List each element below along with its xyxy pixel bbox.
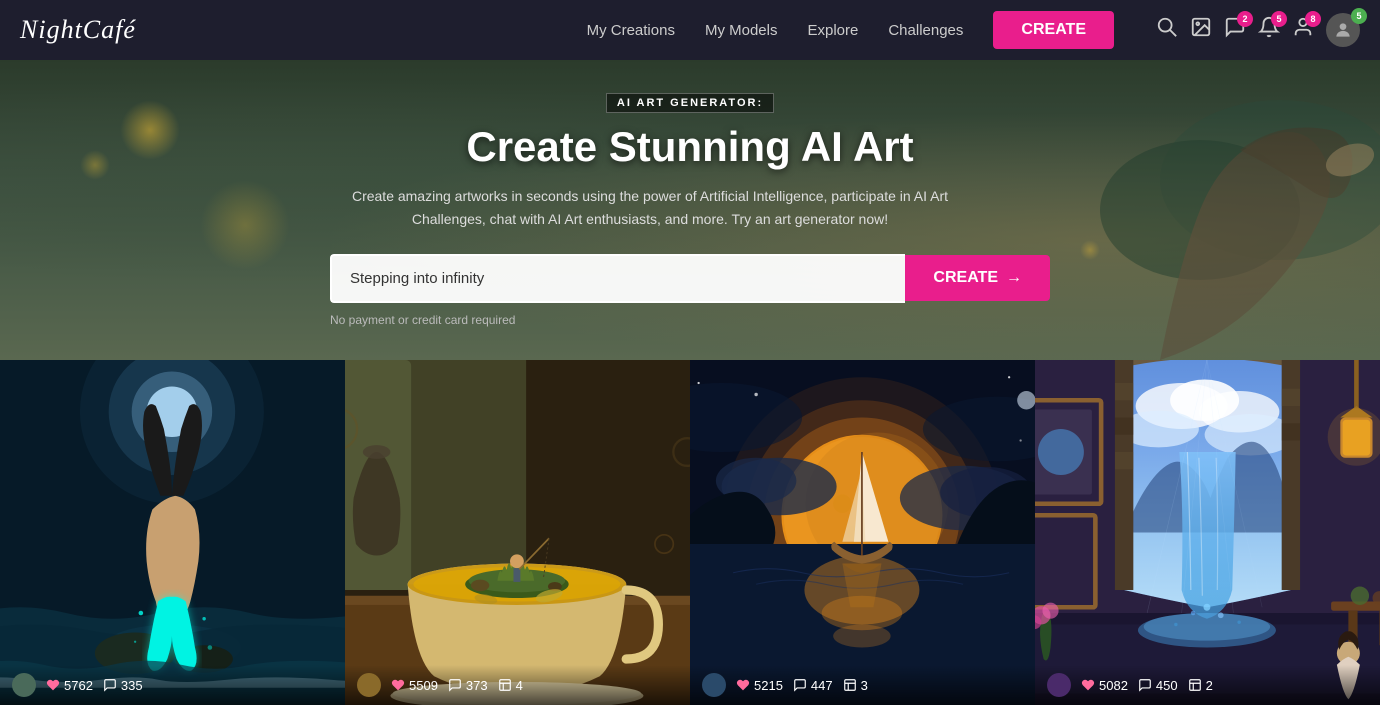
gallery-images-2: 4 bbox=[498, 678, 523, 693]
navbar-icons: 2 5 8 bbox=[1156, 13, 1360, 47]
nav-my-creations[interactable]: My Creations bbox=[587, 22, 675, 39]
gallery-avatar-2 bbox=[357, 673, 381, 697]
gallery-comments-1: 335 bbox=[103, 678, 143, 693]
hero-search-row: CREATE → bbox=[330, 254, 1050, 303]
user-avatar[interactable]: 5 bbox=[1326, 13, 1360, 47]
logo[interactable]: NightCafé bbox=[20, 15, 136, 45]
bokeh-1 bbox=[120, 100, 180, 160]
hero-title: Create Stunning AI Art bbox=[330, 123, 1050, 171]
hero-section: AI ART GENERATOR: Create Stunning AI Art… bbox=[0, 60, 1380, 360]
gallery-images-4: 2 bbox=[1188, 678, 1213, 693]
gallery-comments-3: 447 bbox=[793, 678, 833, 693]
gallery-art-1 bbox=[0, 360, 345, 705]
gallery-likes-2: 5509 bbox=[391, 678, 438, 693]
navbar-create-button[interactable]: CREATE bbox=[993, 11, 1114, 49]
gallery-art-4 bbox=[1035, 360, 1380, 705]
gallery-avatar-1 bbox=[12, 673, 36, 697]
navbar-links: My Creations My Models Explore Challenge… bbox=[587, 11, 1360, 49]
gallery-stats-4: 5082 450 2 bbox=[1035, 665, 1380, 705]
notification-bell-icon[interactable]: 5 bbox=[1258, 16, 1280, 44]
gallery-likes-4: 5082 bbox=[1081, 678, 1128, 693]
messages-icon[interactable]: 8 bbox=[1292, 16, 1314, 44]
avatar-badge: 5 bbox=[1351, 8, 1367, 24]
nav-explore[interactable]: Explore bbox=[807, 22, 858, 39]
nav-challenges[interactable]: Challenges bbox=[888, 22, 963, 39]
gallery-avatar-3 bbox=[702, 673, 726, 697]
bokeh-3 bbox=[200, 180, 290, 270]
gallery-images-3: 3 bbox=[843, 678, 868, 693]
hero-tag: AI ART GENERATOR: bbox=[606, 93, 774, 113]
gallery-likes-3: 5215 bbox=[736, 678, 783, 693]
hero-create-label: CREATE bbox=[933, 269, 998, 287]
navbar: NightCafé My Creations My Models Explore… bbox=[0, 0, 1380, 60]
gallery-item-2[interactable]: 5509 373 4 bbox=[345, 360, 690, 705]
hero-create-button[interactable]: CREATE → bbox=[905, 255, 1050, 301]
gallery-stats-3: 5215 447 3 bbox=[690, 665, 1035, 705]
hero-content: AI ART GENERATOR: Create Stunning AI Art… bbox=[310, 93, 1070, 327]
gallery-stats-1: 5762 335 bbox=[0, 665, 345, 705]
notification-badge: 5 bbox=[1271, 11, 1287, 27]
profile-badge: 8 bbox=[1305, 11, 1321, 27]
gallery: 5762 335 bbox=[0, 360, 1380, 705]
search-icon[interactable] bbox=[1156, 16, 1178, 44]
gallery-art-3 bbox=[690, 360, 1035, 705]
gallery-likes-1: 5762 bbox=[46, 678, 93, 693]
gallery-art-2 bbox=[345, 360, 690, 705]
gallery-stats-2: 5509 373 4 bbox=[345, 665, 690, 705]
nav-my-models[interactable]: My Models bbox=[705, 22, 778, 39]
chat-icon[interactable]: 2 bbox=[1224, 16, 1246, 44]
gallery-icon[interactable] bbox=[1190, 16, 1212, 44]
gallery-item-1[interactable]: 5762 335 bbox=[0, 360, 345, 705]
art-prompt-input[interactable] bbox=[330, 254, 905, 303]
gallery-item-3[interactable]: 5215 447 3 bbox=[690, 360, 1035, 705]
bokeh-2 bbox=[80, 150, 110, 180]
hero-subtitle: Create amazing artworks in seconds using… bbox=[330, 185, 970, 230]
gallery-item-4[interactable]: 5082 450 2 bbox=[1035, 360, 1380, 705]
arrow-right-icon: → bbox=[1006, 269, 1022, 287]
gallery-comments-2: 373 bbox=[448, 678, 488, 693]
gallery-avatar-4 bbox=[1047, 673, 1071, 697]
gallery-comments-4: 450 bbox=[1138, 678, 1178, 693]
hero-note: No payment or credit card required bbox=[330, 313, 1050, 327]
chat-badge: 2 bbox=[1237, 11, 1253, 27]
